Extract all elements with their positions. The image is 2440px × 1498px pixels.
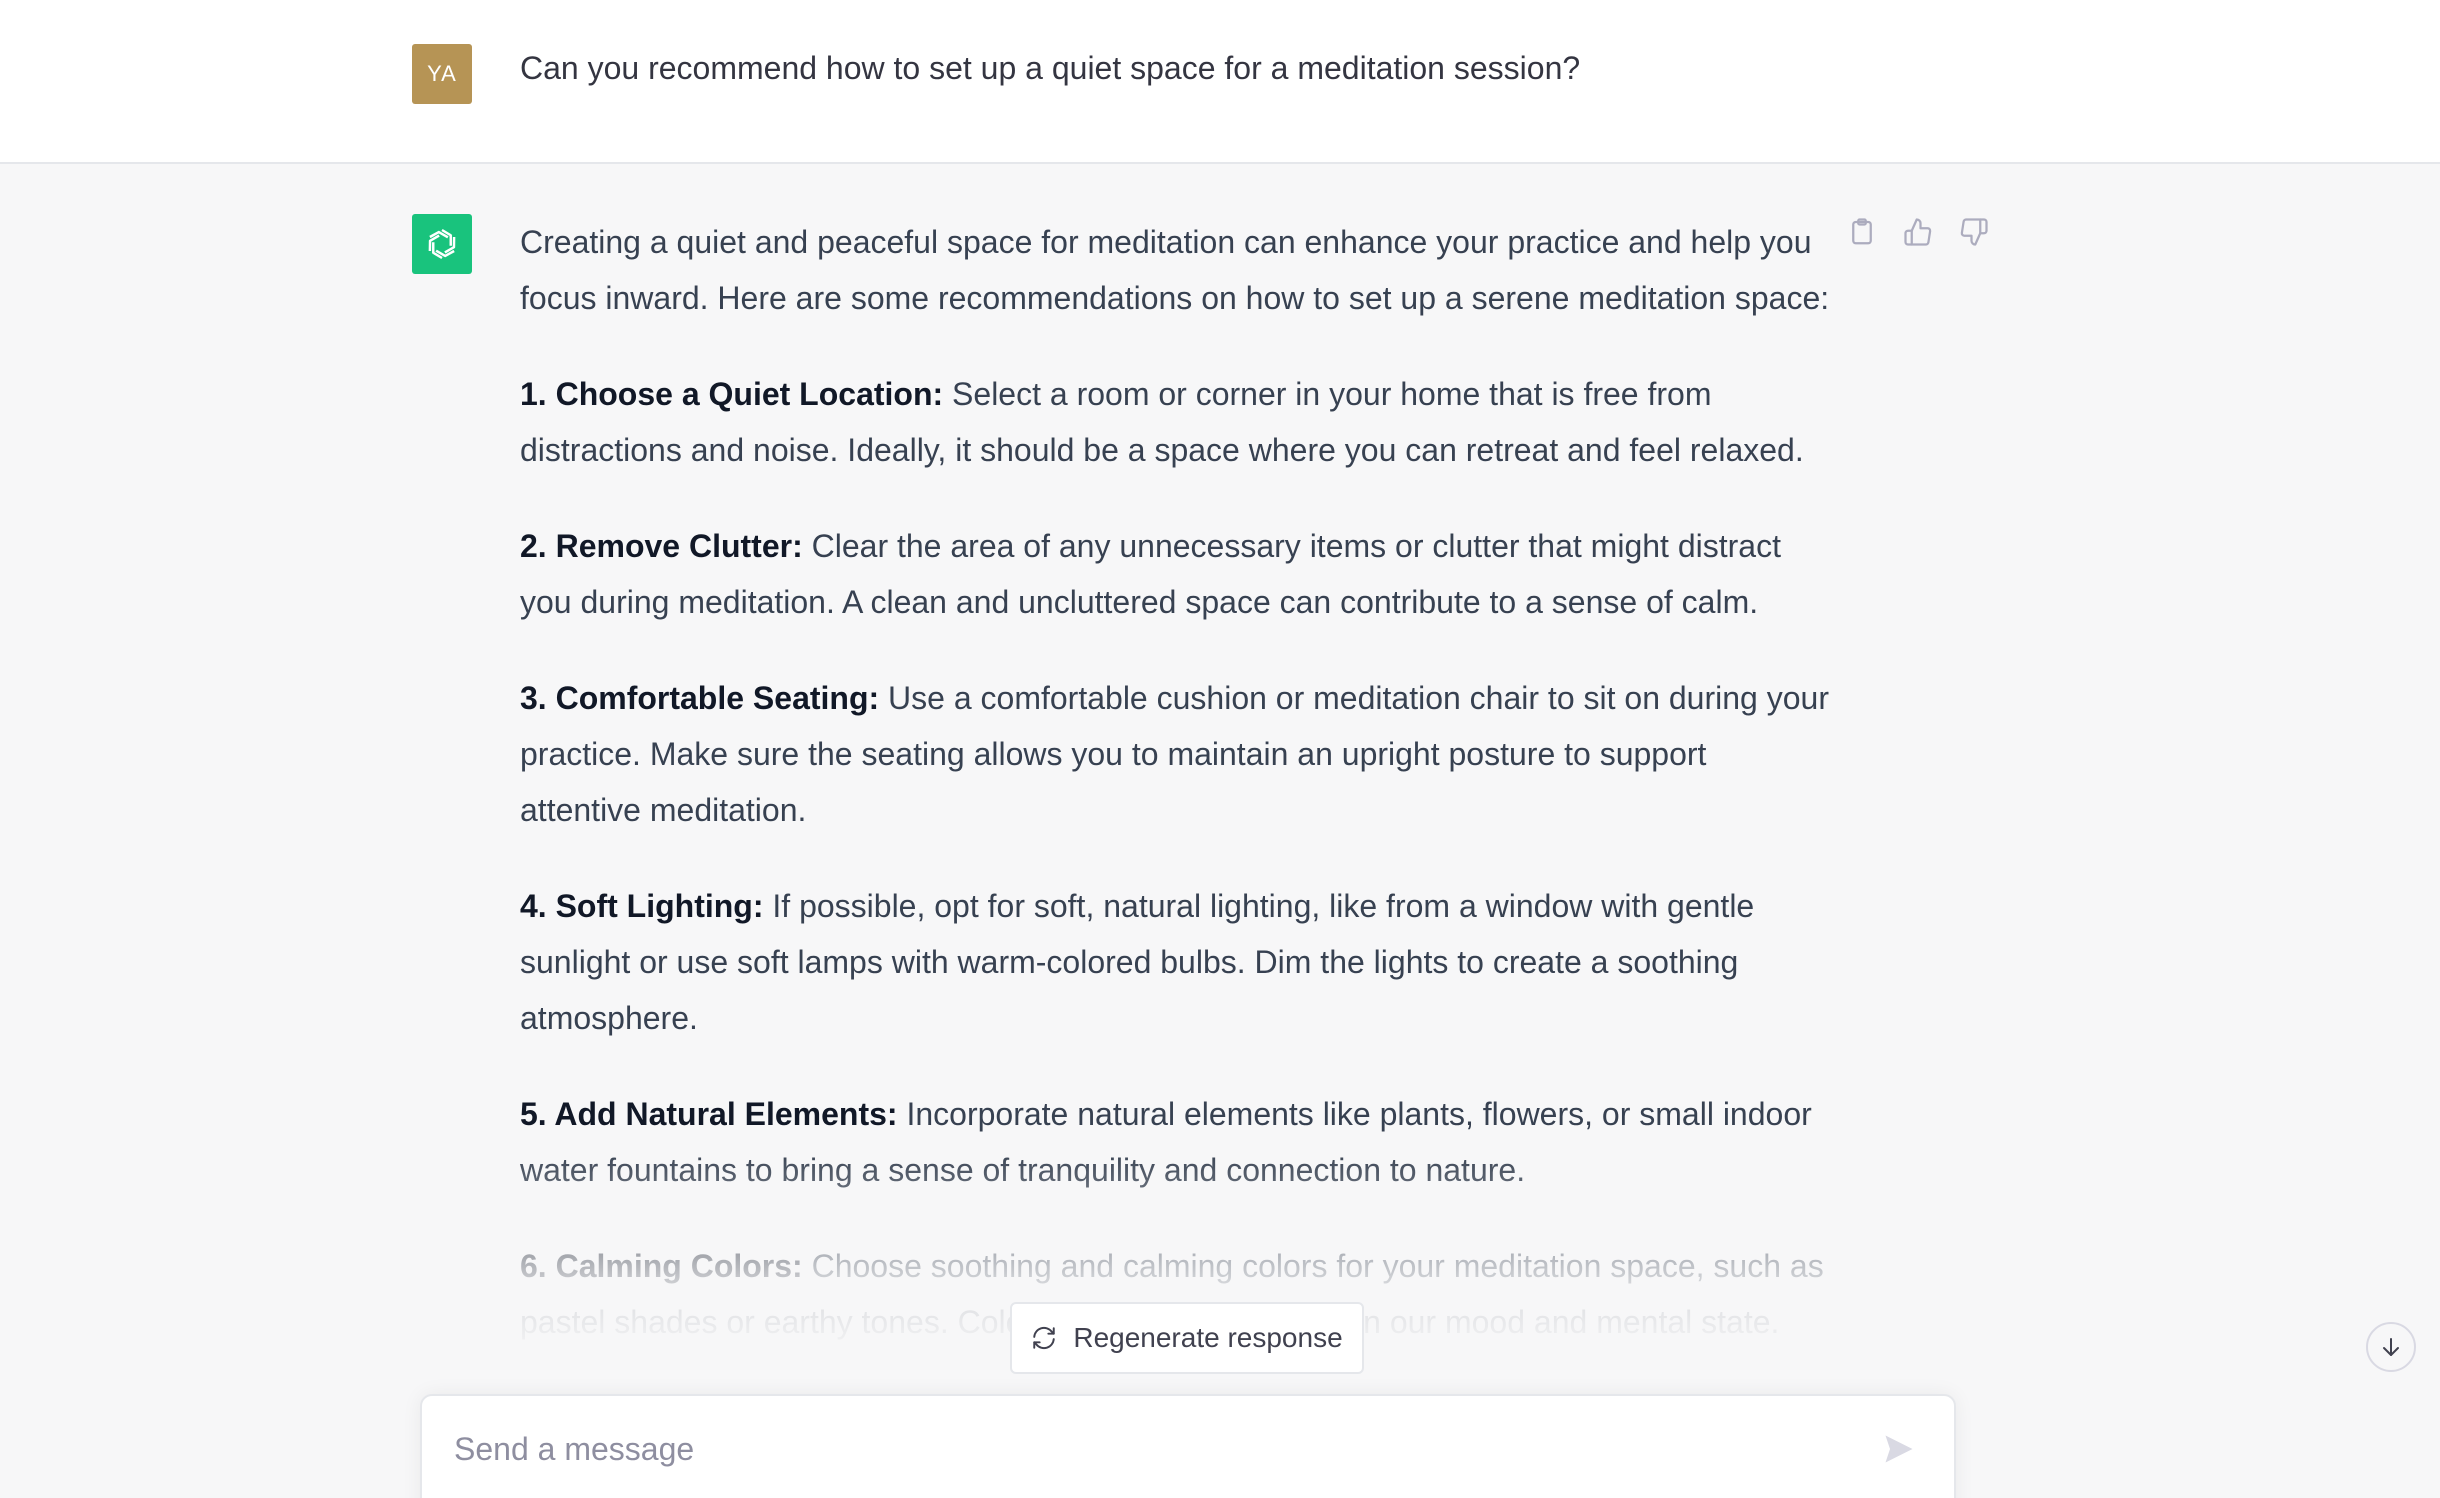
- assistant-intro: Creating a quiet and peaceful space for …: [520, 224, 1830, 316]
- thumbs-up-button[interactable]: [1902, 216, 1934, 248]
- user-message-row: YA Can you recommend how to set up a qui…: [0, 0, 2440, 164]
- list-item: 3. Comfortable Seating: Use a comfortabl…: [520, 670, 1830, 838]
- message-input[interactable]: [452, 1424, 1856, 1474]
- message-composer: [420, 1394, 1956, 1498]
- refresh-icon: [1033, 1326, 1056, 1350]
- regenerate-button[interactable]: Regenerate response: [1010, 1302, 1364, 1374]
- assistant-message-row: Creating a quiet and peaceful space for …: [0, 164, 2440, 1498]
- openai-logo-icon: [428, 228, 456, 260]
- list-item-title: 5. Add Natural Elements:: [520, 1096, 898, 1132]
- regenerate-label: Regenerate response: [1073, 1322, 1343, 1353]
- scroll-to-bottom-button[interactable]: [2366, 1322, 2416, 1372]
- clipboard-icon: [1852, 218, 1872, 245]
- list-item: 5. Add Natural Elements: Incorporate nat…: [520, 1086, 1830, 1198]
- list-item: 1. Choose a Quiet Location: Select a roo…: [520, 366, 1830, 478]
- user-message-text: Can you recommend how to set up a quiet …: [520, 50, 1581, 86]
- list-item: 2. Remove Clutter: Clear the area of any…: [520, 518, 1830, 630]
- user-avatar: YA: [412, 44, 472, 104]
- thumbs-down-icon: [1960, 218, 1988, 246]
- chat-page: YA Can you recommend how to set up a qui…: [0, 0, 2440, 1498]
- copy-button[interactable]: [1846, 216, 1878, 248]
- thumbs-up-icon: [1904, 218, 1932, 246]
- thumbs-down-button[interactable]: [1958, 216, 1990, 248]
- assistant-message-content: Creating a quiet and peaceful space for …: [520, 214, 1830, 1390]
- list-item-title: 1. Choose a Quiet Location:: [520, 376, 944, 412]
- assistant-avatar: [412, 214, 472, 274]
- list-item-title: 3. Comfortable Seating:: [520, 680, 880, 716]
- list-item-title: 6. Calming Colors:: [520, 1248, 803, 1284]
- list-item: 4. Soft Lighting: If possible, opt for s…: [520, 878, 1830, 1046]
- send-icon: [1885, 1435, 1913, 1463]
- list-item-title: 2. Remove Clutter:: [520, 528, 803, 564]
- message-actions: [1846, 216, 1990, 248]
- list-item-title: 4. Soft Lighting:: [520, 888, 764, 924]
- send-button[interactable]: [1876, 1426, 1922, 1472]
- arrow-down-icon: [2383, 1338, 2399, 1356]
